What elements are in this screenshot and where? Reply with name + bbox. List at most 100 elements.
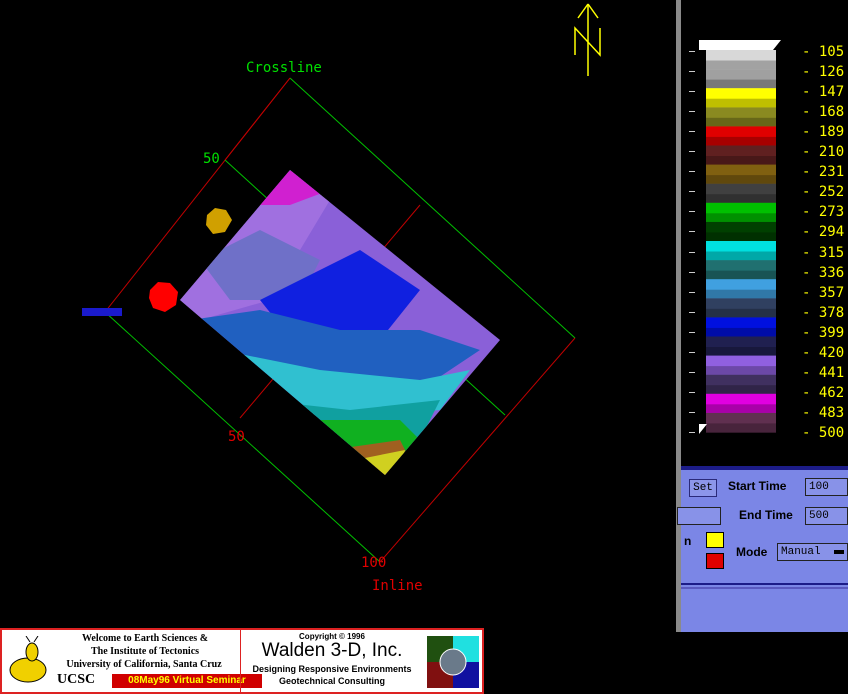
colorbar-value-label: - 336: [802, 264, 845, 281]
colorbar-tick: [689, 191, 695, 193]
banner-line-3: University of California, Santa Cruz: [66, 659, 222, 670]
colorbar-value-label: - 252: [802, 184, 845, 201]
red-marker: [149, 282, 178, 312]
yellow-marker: [206, 208, 232, 234]
colorbar-band-shade: [706, 404, 776, 413]
colorbar-band-shade: [706, 79, 776, 89]
colorbar-band-shade: [706, 117, 776, 127]
ucsc-logo-text: UCSC: [57, 672, 96, 687]
colorbar-tick: [689, 391, 695, 393]
crossline-tick-50: 50: [203, 151, 220, 167]
company-name: Walden 3-D, Inc.: [261, 640, 403, 661]
colorbar-tick: [689, 251, 695, 253]
colorbar-value-label: - 189: [802, 124, 845, 141]
seismic-surface-svg[interactable]: [0, 0, 676, 632]
colorbar-tick: [689, 151, 695, 153]
colorbar-band-shade: [706, 366, 776, 375]
colorbar-value-label: - 168: [802, 104, 845, 121]
colorbar-band-shade: [706, 289, 776, 299]
colorbar-tick: [689, 411, 695, 413]
inline-axis-label: Inline: [372, 578, 423, 594]
seminar-banner[interactable]: Welcome to Earth Sciences & The Institut…: [0, 628, 484, 694]
colorbar-value-label: - 483: [802, 404, 845, 421]
colorbar-tick: [689, 111, 695, 113]
colorbar-value-label: - 441: [802, 364, 845, 381]
banner-line-1: Welcome to Earth Sciences &: [81, 633, 209, 644]
slug-mascot-icon: [6, 635, 50, 686]
colorbar-tick: [689, 371, 695, 373]
colorbar-value-label: - 420: [802, 344, 845, 361]
colorbar-band-shade: [706, 251, 776, 261]
colorbar-band-shade: [706, 385, 776, 394]
colorbar-bottom-cap: [699, 424, 707, 434]
colorbar-value-label: - 273: [802, 204, 845, 221]
colorbar-value-label: - 231: [802, 164, 845, 181]
colorbar-band-shade: [706, 423, 776, 432]
colorbar-value-label: - 105: [802, 44, 845, 60]
grid-line-red-upper: [224, 77, 291, 161]
seismic-surface: [180, 170, 500, 475]
inline-tick-50: 50: [228, 429, 245, 445]
colorbar-tick: [689, 431, 695, 433]
colorbar-value-label: - 378: [802, 304, 845, 321]
colorbar-band-shade: [706, 232, 776, 241]
dropdown-icon: [834, 550, 844, 554]
colorbar-tick: [689, 291, 695, 293]
colorbar-tick: [689, 231, 695, 233]
colorbar-band-shade: [706, 270, 776, 280]
colorbar-band-shade: [706, 136, 776, 146]
colorbar-value-label: - 399: [802, 324, 845, 341]
colorbar-tick: [689, 91, 695, 93]
seismic-3d-viewport[interactable]: Crossline 50 50 100 Inline: [0, 0, 676, 632]
tagline-2: Geotechnical Consulting: [278, 676, 385, 686]
colorbar-band-shade: [706, 156, 776, 165]
start-time-label: Start Time: [728, 479, 787, 493]
colorbar-band-shade: [706, 194, 776, 203]
control-panel: Set Start Time 100 End Time 500 n Mode M…: [677, 466, 848, 632]
colorbar-value-label: - 126: [802, 64, 845, 81]
colorbar-tick: [689, 51, 695, 52]
colorbar-tick: [689, 311, 695, 313]
colorbar-value-label: - 210: [802, 144, 845, 161]
banner-line-2: The Institute of Tectonics: [90, 646, 200, 657]
colorbar-tick: [689, 131, 695, 133]
blue-marker: [82, 308, 122, 316]
colorbar-band-shade: [706, 175, 776, 184]
globe-logo-icon: [427, 636, 479, 688]
colorbar-band-shade: [706, 327, 776, 337]
colorbar-tick: [689, 351, 695, 353]
mode-label: Mode: [736, 545, 768, 559]
mode-select-value: Manual: [781, 546, 821, 558]
partial-field[interactable]: [677, 507, 721, 525]
colorbar-band-shade: [706, 347, 776, 356]
colorbar-value-label: - 294: [802, 224, 845, 241]
red-color-swatch[interactable]: [706, 553, 724, 569]
colorbar-tick: [689, 171, 695, 173]
colorbar-value-label: - 147: [802, 84, 845, 101]
colorbar-value-label: - 315: [802, 244, 845, 261]
colorbar-band-shade: [706, 213, 776, 222]
colorbar-band-shade: [706, 60, 776, 70]
partial-label: n: [684, 534, 692, 548]
crossline-axis-label: Crossline: [246, 60, 322, 76]
yellow-color-swatch[interactable]: [706, 532, 724, 548]
colorbar-bands: [706, 50, 776, 433]
end-time-field[interactable]: 500: [805, 507, 848, 525]
colorbar-value-label: - 500: [802, 424, 845, 441]
colorbar-tick: [689, 71, 695, 73]
colorbar-top-cap: [699, 40, 781, 50]
banner-divider: [240, 630, 241, 692]
colorbar-band-shade: [706, 308, 776, 318]
colorbar-tick: [689, 271, 695, 273]
tagline-1: Designing Responsive Environments: [252, 664, 412, 674]
mode-select[interactable]: Manual: [777, 543, 848, 561]
end-time-label: End Time: [739, 508, 793, 522]
colorbar-tick: [689, 331, 695, 333]
set-button[interactable]: Set: [689, 479, 717, 497]
control-mid-bar: [681, 583, 848, 585]
control-mid-bar-2: [681, 587, 848, 589]
start-time-field[interactable]: 100: [805, 478, 848, 496]
colorbar-band-shade: [706, 98, 776, 108]
colorbar-tick: [689, 211, 695, 213]
colorbar-value-label: - 462: [802, 384, 845, 401]
